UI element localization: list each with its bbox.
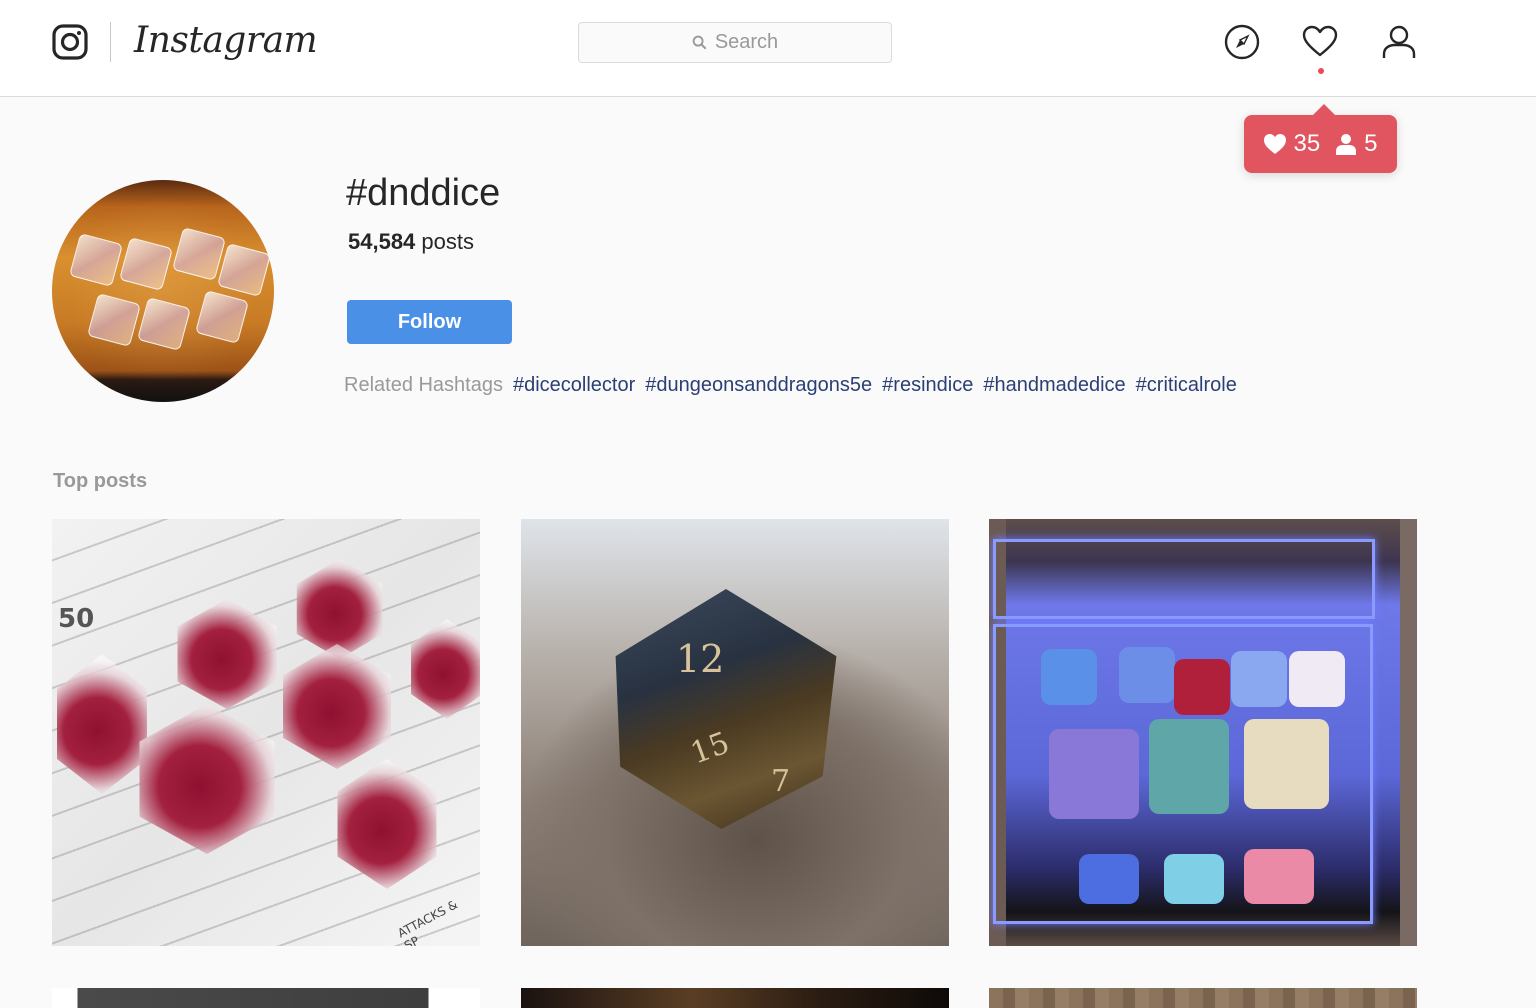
activity-notification-popover[interactable]: 35 5: [1244, 104, 1397, 173]
red-resin-die: [411, 619, 480, 719]
red-resin-die: [177, 599, 277, 709]
related-hashtag-link[interactable]: #criticalrole: [1136, 374, 1237, 397]
person-filled-icon: [1336, 134, 1357, 155]
die: [1079, 854, 1139, 904]
red-resin-die: [296, 559, 383, 659]
die: [1041, 649, 1097, 705]
instagram-wordmark[interactable]: Instagram: [134, 16, 318, 66]
die: [1119, 647, 1175, 703]
die: [1149, 719, 1229, 814]
die: [1244, 719, 1329, 809]
avatar-die: [217, 243, 271, 297]
avatar-die: [87, 293, 141, 347]
related-hashtag-link[interactable]: #resindice: [882, 374, 973, 397]
profile-icon[interactable]: [1381, 24, 1417, 60]
top-navigation-bar: Instagram Search: [0, 0, 1536, 97]
red-resin-die: [283, 644, 391, 769]
die: [1231, 651, 1287, 707]
post-thumbnail[interactable]: 50 ATTACKS & SP: [52, 519, 480, 946]
related-hashtags: Related Hashtags #dicecollector #dungeon…: [344, 374, 1237, 397]
display-case-lid: [993, 539, 1375, 619]
related-hashtags-label: Related Hashtags: [344, 374, 503, 396]
notification-dot: [1318, 68, 1324, 74]
red-resin-die: [337, 759, 437, 889]
likes-count: 35: [1263, 130, 1320, 158]
post-thumbnail[interactable]: [521, 988, 949, 1008]
heart-icon[interactable]: [1302, 24, 1338, 60]
avatar-die: [195, 290, 249, 344]
instagram-camera-logo-icon[interactable]: [52, 24, 88, 60]
avatar-die: [137, 297, 191, 351]
die: [1049, 729, 1139, 819]
logo-divider: [110, 22, 111, 62]
red-resin-die: [139, 704, 275, 854]
followers-count: 5: [1334, 130, 1378, 158]
post-thumbnail[interactable]: [989, 519, 1417, 946]
avatar-die: [172, 227, 226, 281]
die: [1289, 651, 1345, 707]
brown-resin-d20: [615, 589, 837, 829]
related-hashtag-link[interactable]: #dicecollector: [513, 374, 635, 397]
search-input[interactable]: Search: [578, 22, 892, 63]
die: [1244, 849, 1314, 904]
die: [1164, 854, 1224, 904]
d20-face-number: 12: [676, 637, 725, 681]
search-icon: [692, 35, 706, 50]
heart-filled-icon: [1264, 134, 1287, 154]
post-thumbnail[interactable]: 12 15 7: [521, 519, 949, 946]
avatar-die: [69, 233, 123, 287]
red-resin-die: [57, 654, 147, 794]
die: [1174, 659, 1230, 715]
follow-button[interactable]: Follow: [347, 300, 512, 344]
hashtag-avatar-image: [52, 180, 274, 402]
compass-icon[interactable]: [1224, 24, 1260, 60]
post-thumbnail[interactable]: [52, 988, 480, 1008]
post-count-value: 54,584: [348, 229, 416, 254]
followers-count-value: 5: [1364, 130, 1378, 157]
avatar-die: [119, 237, 173, 291]
sheet-caption: ATTACKS & SP: [395, 897, 460, 946]
post-count-label: posts: [421, 229, 475, 254]
top-posts-heading: Top posts: [53, 470, 148, 492]
likes-count-value: 35: [1293, 130, 1321, 157]
hashtag-title: #dnddice: [346, 172, 501, 214]
related-hashtag-link[interactable]: #dungeonsanddragons5e: [645, 374, 872, 397]
related-hashtag-link[interactable]: #handmadedice: [983, 374, 1125, 397]
post-count: 54,584 posts: [348, 229, 474, 255]
d20-face-number: 7: [771, 764, 791, 799]
sheet-number: 50: [58, 604, 95, 634]
post-thumbnail[interactable]: [989, 988, 1417, 1008]
search-placeholder: Search: [714, 31, 779, 53]
